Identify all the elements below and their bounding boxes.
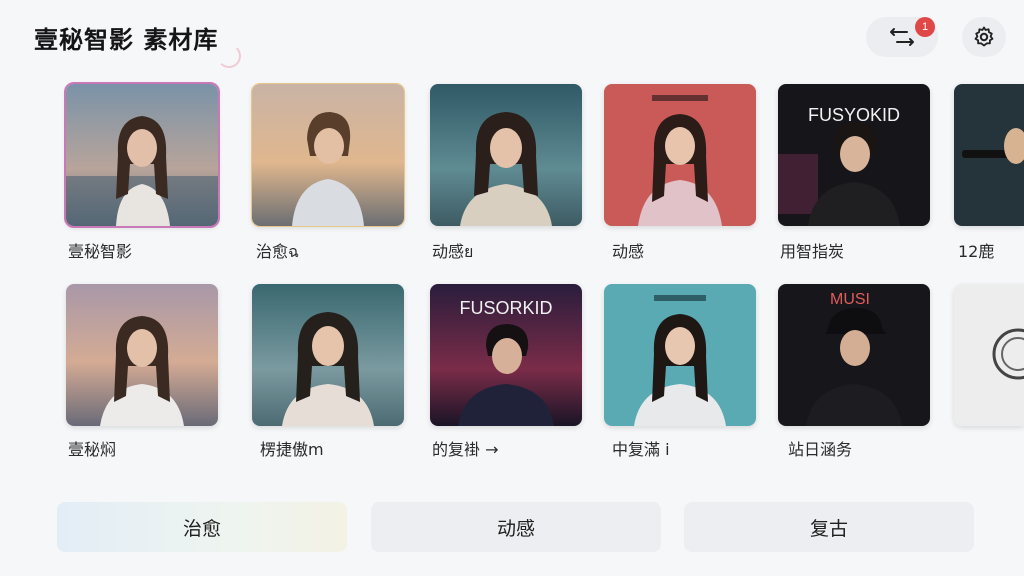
- asset-label: 用智指炭: [780, 242, 845, 261]
- asset-label: 的复褂 →: [432, 440, 499, 459]
- portrait-thumbnail: [66, 284, 218, 426]
- asset-card-7[interactable]: [66, 284, 218, 426]
- settings-button[interactable]: [962, 17, 1006, 57]
- asset-card-3[interactable]: [430, 84, 582, 226]
- header: 壹秘智影 素材库 1: [0, 0, 1024, 76]
- asset-card-5[interactable]: FUSYOKID: [778, 84, 930, 226]
- stamp-thumbnail: [954, 284, 1024, 426]
- switch-icon: [890, 28, 914, 46]
- asset-label: 动感: [612, 242, 645, 261]
- asset-card-11[interactable]: MUSI: [778, 284, 930, 426]
- asset-card-1[interactable]: [64, 82, 220, 228]
- portrait-thumbnail: [252, 84, 404, 226]
- asset-card-6[interactable]: [954, 84, 1024, 226]
- asset-label: 动感ย: [432, 242, 474, 261]
- asset-label: 壹秘焖: [68, 440, 117, 459]
- cover-title: MUSI: [830, 291, 870, 308]
- asset-card-2[interactable]: [251, 83, 405, 227]
- tab-retro[interactable]: 复古: [684, 502, 974, 552]
- asset-card-12[interactable]: [954, 284, 1024, 426]
- notification-badge: 1: [915, 17, 935, 37]
- album-cover-thumbnail: MUSI: [778, 284, 930, 426]
- cover-title: FUSORKID: [459, 298, 552, 318]
- instrument-thumbnail: [954, 84, 1024, 226]
- loading-spinner-icon: [217, 44, 241, 68]
- asset-label: 治愈ฉ: [256, 242, 299, 261]
- album-cover-thumbnail: FUSORKID: [430, 284, 582, 426]
- gear-icon: [974, 26, 994, 47]
- album-cover-thumbnail: [604, 284, 756, 426]
- portrait-thumbnail: [252, 284, 404, 426]
- album-cover-thumbnail: FUSYOKID: [778, 84, 930, 226]
- asset-label: 12鹿: [958, 242, 995, 261]
- album-cover-thumbnail: [604, 84, 756, 226]
- asset-card-10[interactable]: [604, 284, 756, 426]
- asset-card-9[interactable]: FUSORKID: [430, 284, 582, 426]
- asset-card-8[interactable]: [252, 284, 404, 426]
- tab-dynamic[interactable]: 动感: [371, 502, 661, 552]
- tab-healing[interactable]: 治愈: [57, 502, 347, 552]
- asset-label: 中复滿 i: [612, 440, 670, 459]
- page-title: 壹秘智影 素材库: [34, 26, 219, 54]
- asset-card-4[interactable]: [604, 84, 756, 226]
- portrait-thumbnail: [66, 84, 218, 226]
- asset-label: 站日涵务: [788, 440, 853, 459]
- portrait-thumbnail: [430, 84, 582, 226]
- cover-title: FUSYOKID: [808, 105, 900, 125]
- asset-label: 壹秘智影: [68, 242, 133, 261]
- asset-label: 楞捷傲m: [260, 440, 324, 459]
